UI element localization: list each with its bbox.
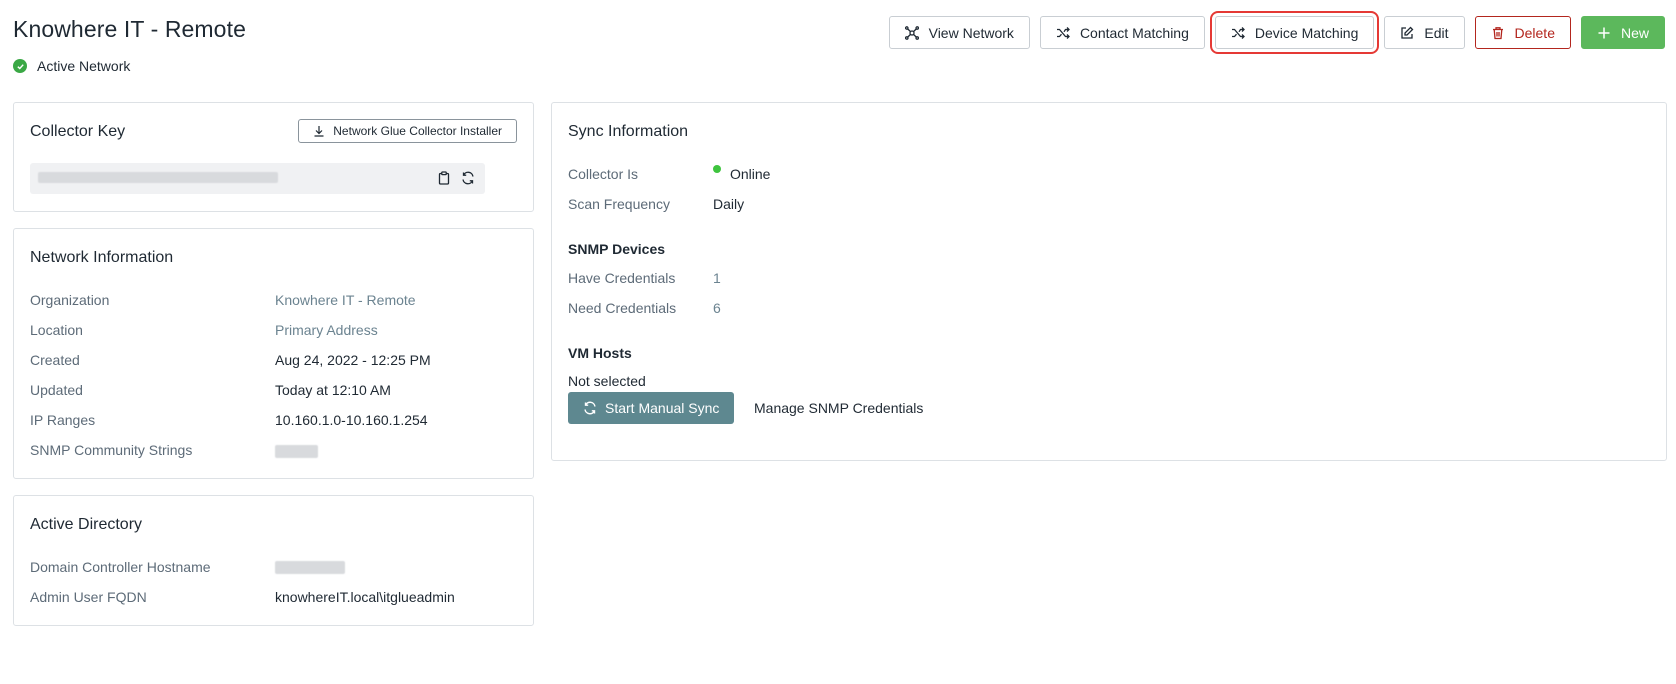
have-credentials-label: Have Credentials	[568, 270, 676, 286]
scan-frequency-label: Scan Frequency	[568, 196, 670, 212]
collector-status-value: Online	[730, 166, 771, 182]
refresh-icon[interactable]	[461, 171, 475, 185]
toolbar: View Network Contact Matching Device Mat…	[888, 11, 1665, 54]
location-link[interactable]: Primary Address	[275, 322, 378, 338]
ad-label: Admin User FQDN	[30, 589, 147, 605]
collector-key-value-redacted	[38, 172, 278, 183]
sync-information-card: Sync Information Collector Is Online Sca…	[551, 102, 1667, 461]
refresh-icon	[584, 401, 596, 415]
vm-hosts-heading: VM Hosts	[568, 345, 632, 361]
info-label: Location	[30, 322, 83, 338]
snmp-community-redacted	[275, 445, 318, 458]
network-information-card: Network Information Organization Knowher…	[13, 228, 534, 479]
plus-icon	[1597, 26, 1611, 40]
collector-installer-label: Network Glue Collector Installer	[333, 124, 502, 138]
online-status-dot	[713, 165, 721, 173]
collector-status: Online	[713, 165, 771, 182]
info-row-ip-ranges: IP Ranges	[30, 412, 95, 428]
active-directory-title: Active Directory	[30, 516, 143, 533]
view-network-label: View Network	[928, 24, 1014, 41]
info-label: Organization	[30, 292, 110, 308]
new-button[interactable]: New	[1580, 16, 1665, 49]
edit-button[interactable]: Edit	[1384, 16, 1465, 49]
page-title: Knowhere IT - Remote	[13, 16, 246, 42]
status-label: Active Network	[37, 58, 131, 74]
ad-row-admin-fqdn: Admin User FQDN	[30, 589, 147, 605]
ad-row-domain-controller: Domain Controller Hostname	[30, 559, 211, 575]
ad-label: Domain Controller Hostname	[30, 559, 211, 575]
have-credentials-count[interactable]: 1	[713, 270, 721, 286]
active-directory-card: Active Directory Domain Controller Hostn…	[13, 495, 534, 626]
admin-fqdn-value: knowhereIT.local\itglueadmin	[275, 589, 455, 605]
info-label: Created	[30, 352, 80, 368]
vm-hosts-value: Not selected	[568, 373, 646, 389]
shuffle-icon	[1056, 26, 1070, 40]
need-credentials-label: Need Credentials	[568, 300, 677, 316]
collector-key-card: Collector Key Network Glue Collector Ins…	[13, 102, 534, 212]
snmp-devices-heading: SNMP Devices	[568, 241, 666, 257]
device-matching-button[interactable]: Device Matching	[1209, 11, 1380, 54]
start-manual-sync-button[interactable]: Start Manual Sync	[568, 392, 735, 424]
info-row-organization: Organization	[30, 292, 109, 308]
scan-frequency-value: Daily	[713, 196, 745, 212]
device-matching-label: Device Matching	[1254, 24, 1359, 41]
organization-link[interactable]: Knowhere IT - Remote	[275, 292, 416, 308]
edit-label: Edit	[1424, 24, 1449, 41]
info-row-updated: Updated	[30, 382, 83, 398]
new-label: New	[1620, 24, 1649, 41]
check-circle-icon	[13, 59, 27, 73]
info-row-created: Created	[30, 352, 80, 368]
updated-value: Today at 12:10 AM	[275, 382, 391, 398]
view-network-button[interactable]: View Network	[888, 16, 1030, 49]
collector-is-label: Collector Is	[568, 166, 639, 182]
shuffle-icon	[1231, 26, 1245, 40]
info-label: IP Ranges	[30, 412, 96, 428]
pencil-square-icon	[1400, 26, 1414, 40]
info-label: SNMP Community Strings	[30, 442, 193, 458]
need-credentials-count[interactable]: 6	[713, 300, 721, 316]
network-icon	[904, 25, 919, 40]
delete-button[interactable]: Delete	[1474, 16, 1571, 49]
collector-key-title: Collector Key	[30, 123, 126, 140]
download-icon	[314, 126, 324, 137]
trash-icon	[1491, 26, 1505, 40]
collector-key-field	[30, 163, 485, 194]
clipboard-icon[interactable]	[437, 171, 451, 185]
delete-label: Delete	[1514, 24, 1555, 41]
ip-ranges-value: 10.160.1.0-10.160.1.254	[275, 412, 428, 428]
domain-controller-redacted	[275, 561, 345, 574]
network-status: Active Network	[13, 58, 130, 74]
network-information-title: Network Information	[30, 249, 174, 266]
collector-installer-button[interactable]: Network Glue Collector Installer	[298, 119, 517, 143]
manage-snmp-credentials-link[interactable]: Manage SNMP Credentials	[754, 400, 923, 416]
info-row-snmp-community: SNMP Community Strings	[30, 442, 192, 458]
sync-information-title: Sync Information	[568, 123, 689, 140]
info-label: Updated	[30, 382, 83, 398]
start-manual-sync-label: Start Manual Sync	[605, 400, 720, 416]
info-row-location: Location	[30, 322, 83, 338]
created-value: Aug 24, 2022 - 12:25 PM	[275, 352, 431, 368]
contact-matching-label: Contact Matching	[1079, 24, 1189, 41]
contact-matching-button[interactable]: Contact Matching	[1039, 16, 1205, 49]
